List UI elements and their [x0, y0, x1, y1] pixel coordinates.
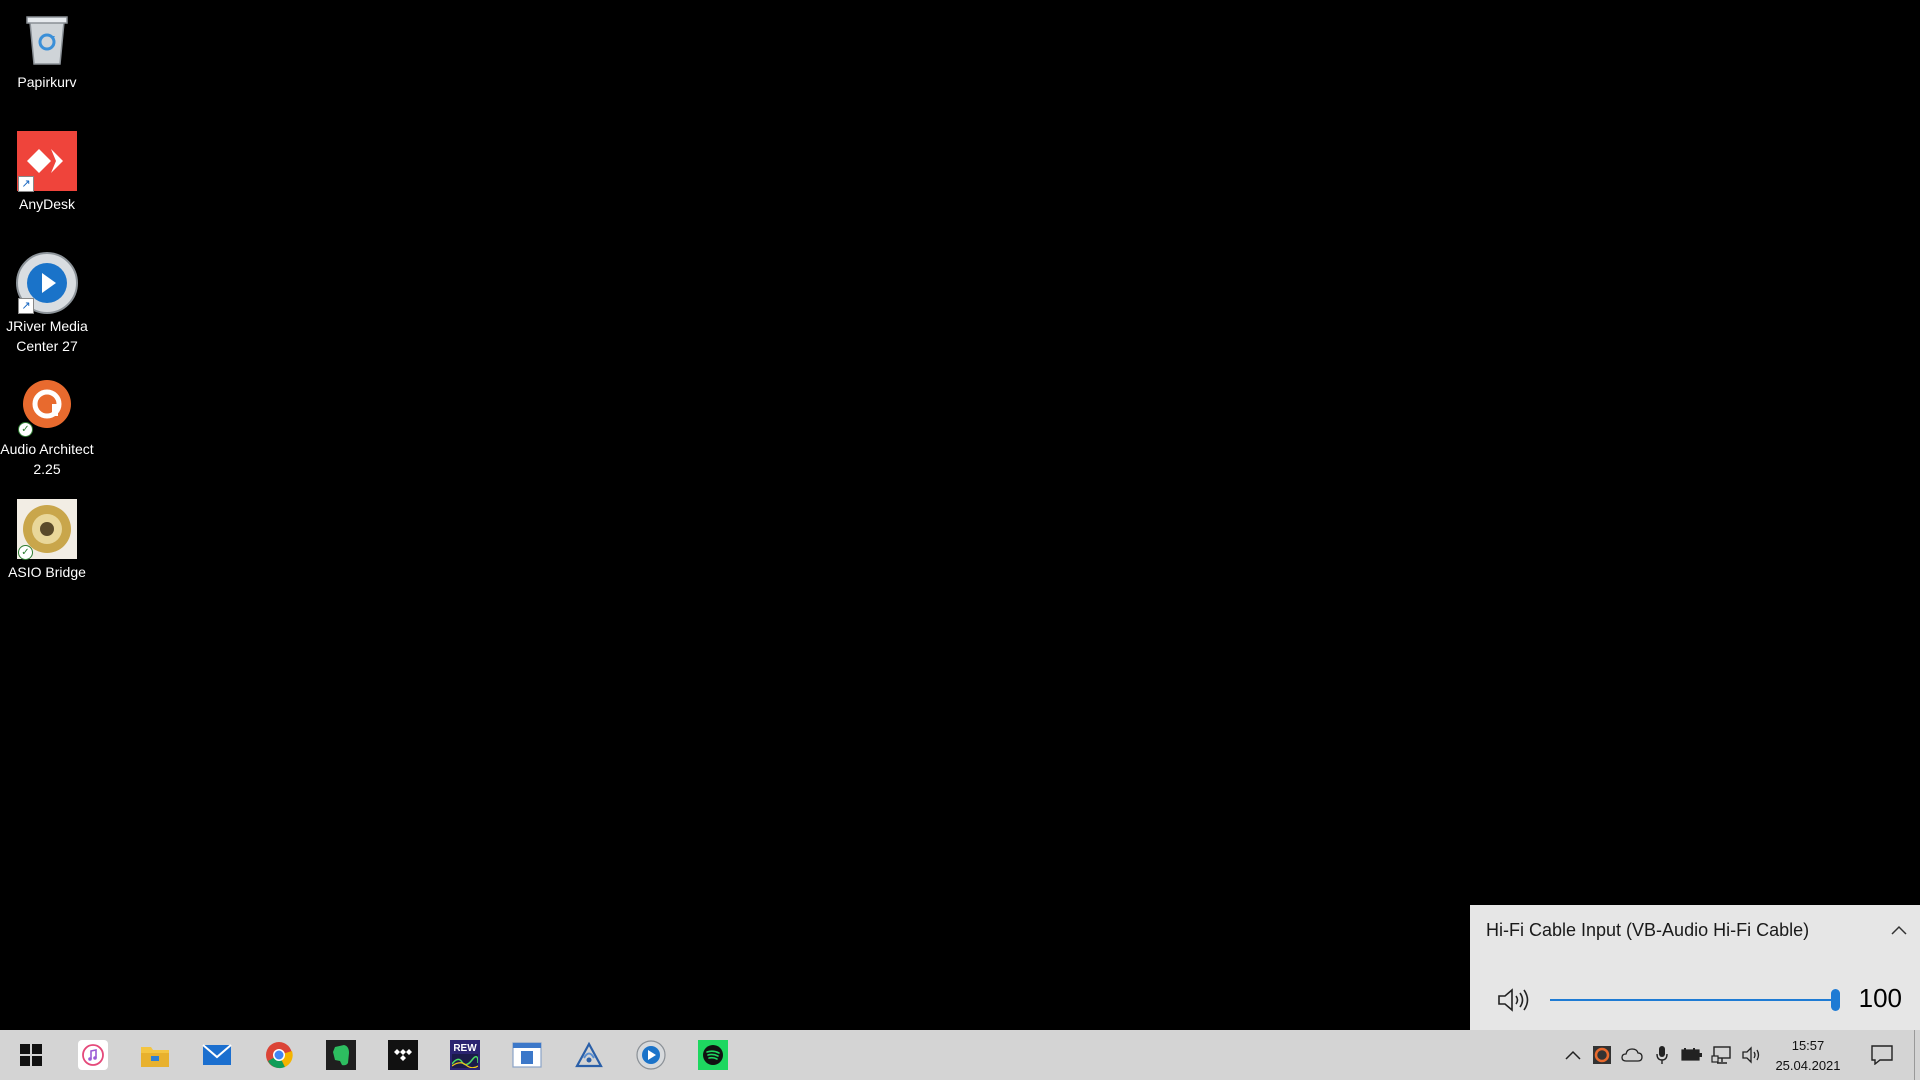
desktop-icon-anydesk[interactable]: ↗ AnyDesk: [0, 130, 94, 214]
desktop-icon-label: AnyDesk: [18, 196, 76, 212]
desktop-icon-audio-architect[interactable]: ✓ Audio Architect 2.25: [0, 375, 94, 479]
anydesk-icon: ↗: [16, 130, 78, 192]
taskbar-rew[interactable]: REW: [434, 1030, 496, 1080]
taskbar-evernote[interactable]: [310, 1030, 372, 1080]
jriver-icon: [636, 1040, 666, 1070]
chevron-up-icon: [1565, 1050, 1581, 1060]
audio-architect-tray-icon: [1593, 1046, 1611, 1064]
chevron-up-icon: [1891, 925, 1907, 935]
notification-icon: [1871, 1045, 1893, 1065]
volume-value: 100: [1858, 983, 1902, 1013]
rew-icon: REW: [450, 1040, 480, 1070]
taskbar-tidal[interactable]: [372, 1030, 434, 1080]
start-button[interactable]: [0, 1030, 62, 1080]
show-desktop-button[interactable]: [1914, 1030, 1920, 1080]
audio-device-name[interactable]: Hi-Fi Cable Input (VB-Audio Hi-Fi Cable): [1486, 920, 1809, 941]
clock-time: 15:57: [1791, 1038, 1825, 1053]
shortcut-arrow-icon: ↗: [18, 176, 34, 192]
speaker-mute-button[interactable]: [1496, 985, 1532, 1015]
expand-devices-button[interactable]: [1888, 919, 1910, 941]
taskbar-windows-app[interactable]: [496, 1030, 558, 1080]
speaker-icon: [1498, 988, 1529, 1012]
spotify-icon: [698, 1040, 728, 1070]
sync-check-icon: ✓: [18, 422, 33, 437]
taskbar-clock[interactable]: 15:57 25.04.2021: [1766, 1036, 1850, 1076]
audio-app-icon: [575, 1041, 603, 1068]
battery-icon: [1681, 1048, 1702, 1061]
onedrive-icon: [1621, 1048, 1643, 1062]
taskbar-mail[interactable]: [186, 1030, 248, 1080]
speaker-icon: [1742, 1046, 1760, 1064]
taskbar: REW 15:57 25.04.2021: [0, 1030, 1920, 1080]
windows-app-icon: [512, 1042, 542, 1068]
volume-flyout: Hi-Fi Cable Input (VB-Audio Hi-Fi Cable)…: [1470, 905, 1920, 1030]
tray-audio-architect[interactable]: [1587, 1030, 1617, 1080]
volume-slider[interactable]: [1550, 989, 1840, 1011]
tray-network[interactable]: [1707, 1030, 1737, 1080]
itunes-icon: [78, 1040, 108, 1070]
clock-date: 25.04.2021: [1775, 1058, 1841, 1073]
tray-microphone[interactable]: [1647, 1030, 1677, 1080]
taskbar-file-explorer[interactable]: [124, 1030, 186, 1080]
shortcut-arrow-icon: ↗: [18, 298, 34, 314]
chrome-icon: [266, 1042, 293, 1069]
volume-slider-thumb[interactable]: [1831, 989, 1840, 1011]
microphone-icon: [1656, 1046, 1668, 1064]
taskbar-spotify[interactable]: [682, 1030, 744, 1080]
desktop-icon-recycle-bin[interactable]: Papirkurv: [0, 8, 94, 92]
recycle-bin-icon: [16, 8, 78, 70]
volume-slider-track: [1550, 999, 1836, 1001]
windows-start-icon: [20, 1044, 42, 1066]
desktop-icon-label: ASIO Bridge: [8, 564, 86, 580]
audio-architect-icon: ✓: [16, 375, 78, 437]
file-explorer-icon: [141, 1047, 169, 1067]
tray-onedrive[interactable]: [1617, 1030, 1647, 1080]
taskbar-jriver[interactable]: [620, 1030, 682, 1080]
taskbar-audio-app[interactable]: [558, 1030, 620, 1080]
mail-icon: [202, 1044, 232, 1065]
tray-volume[interactable]: [1737, 1030, 1767, 1080]
desktop-icon-label: Audio Architect 2.25: [0, 441, 94, 477]
desktop-icon-asio-bridge[interactable]: ✓ ASIO Bridge: [0, 498, 94, 582]
show-hidden-icons-button[interactable]: [1558, 1030, 1588, 1080]
desktop-icon-jriver[interactable]: ↗ JRiver Media Center 27: [0, 252, 94, 356]
asio-bridge-icon: ✓: [16, 498, 78, 560]
desktop-icon-label: JRiver Media Center 27: [6, 318, 88, 354]
jriver-media-center-icon: ↗: [16, 252, 78, 314]
tray-battery[interactable]: [1677, 1030, 1707, 1080]
network-icon: [1711, 1046, 1731, 1064]
tidal-icon: [388, 1040, 418, 1070]
sync-check-icon: ✓: [18, 545, 33, 560]
action-center-button[interactable]: [1862, 1030, 1902, 1080]
taskbar-itunes[interactable]: [62, 1030, 124, 1080]
taskbar-chrome[interactable]: [248, 1030, 310, 1080]
desktop-icon-label: Papirkurv: [17, 74, 77, 90]
evernote-icon: [326, 1040, 356, 1070]
